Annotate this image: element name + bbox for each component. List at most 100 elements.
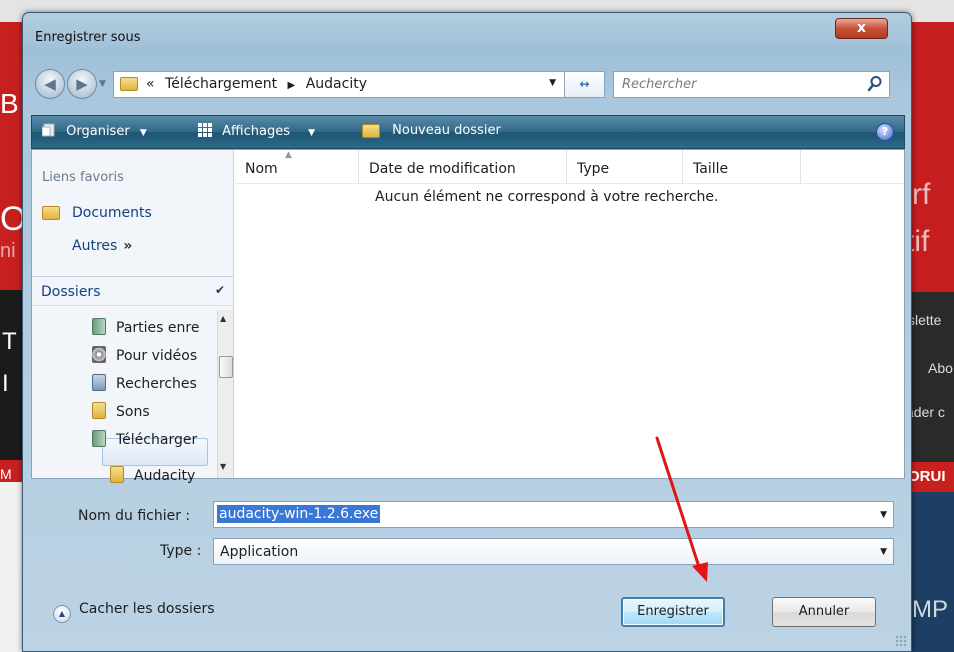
title-bar[interactable]: Enregistrer sous x	[23, 13, 911, 55]
back-arrow-icon: ◀	[44, 75, 56, 93]
background-right-blue	[905, 492, 954, 652]
background-text: MP	[912, 596, 948, 623]
views-icon	[198, 123, 212, 137]
folder-tree: Parties enre Pour vidéos Recherches Sons…	[32, 310, 218, 484]
address-bar[interactable]: « Téléchargement ▶ Audacity ▼	[113, 71, 565, 98]
empty-list-message: Aucun élément ne correspond à votre rech…	[375, 189, 719, 205]
favorite-link-documents[interactable]: Documents	[42, 205, 152, 221]
documents-folder-icon	[42, 206, 60, 220]
column-header-label: Date de modification	[369, 161, 516, 177]
tree-item-label: Sons	[116, 404, 150, 420]
double-chevron-icon: »	[123, 238, 133, 254]
breadcrumb-overflow[interactable]: «	[146, 76, 155, 92]
saved-search-icon	[92, 374, 106, 391]
tree-item-label: Télécharger	[116, 432, 198, 448]
background-text: T	[2, 328, 17, 355]
new-folder-button[interactable]: Nouveau dossier	[362, 123, 501, 138]
search-box[interactable]: Rechercher	[613, 71, 890, 98]
file-type-label: Type :	[160, 543, 202, 559]
filename-field[interactable]: audacity-win-1.2.6.exe ▼	[213, 501, 894, 528]
tree-item-shared[interactable]: Parties enre	[92, 318, 212, 336]
scroll-up-icon[interactable]: ▲	[220, 314, 226, 323]
background-text: rf	[912, 178, 931, 211]
background-text: slette	[908, 312, 942, 328]
hide-folders-button[interactable]: ▲ Cacher les dossiers	[53, 601, 215, 623]
views-menu[interactable]: Affichages ▼	[198, 123, 315, 139]
breadcrumb-separator-icon[interactable]: ▶	[288, 80, 296, 91]
new-folder-label: Nouveau dossier	[392, 123, 501, 138]
file-type-value: Application	[220, 544, 299, 560]
organize-label: Organiser	[66, 124, 130, 139]
collapse-up-icon: ▲	[53, 605, 71, 623]
file-type-select[interactable]: Application ▼	[213, 538, 894, 565]
tree-item-downloads[interactable]: Télécharger	[92, 430, 212, 448]
chevron-down-icon: ✔	[214, 283, 225, 297]
save-button[interactable]: Enregistrer	[621, 597, 725, 627]
tree-item-label: Pour vidéos	[116, 348, 198, 364]
column-header-label: Type	[577, 161, 610, 177]
refresh-button[interactable]: ↔	[565, 71, 605, 98]
chevron-down-icon: ▼	[139, 128, 147, 138]
organize-icon	[42, 123, 55, 137]
folder-tree-scrollbar[interactable]: ▲ ▼	[217, 310, 233, 478]
downloads-folder-icon	[92, 430, 106, 447]
sort-ascending-icon: ▲	[285, 150, 292, 160]
refresh-icon: ↔	[579, 77, 590, 91]
favorites-heading: Liens favoris	[42, 170, 124, 185]
column-header-type[interactable]: Type	[567, 150, 683, 183]
tree-item-audacity[interactable]: Audacity	[110, 466, 210, 484]
folder-icon	[110, 466, 124, 483]
save-as-dialog: Enregistrer sous x ◀ ▶ ▼ « Téléchargemen…	[22, 12, 912, 652]
breadcrumb: « Téléchargement ▶ Audacity	[146, 76, 367, 92]
back-button[interactable]: ◀	[35, 69, 65, 99]
column-header-size[interactable]: Taille	[683, 150, 801, 183]
background-text: Abo	[928, 360, 953, 376]
forward-button[interactable]: ▶	[67, 69, 97, 99]
resize-grip[interactable]	[895, 635, 907, 647]
close-button[interactable]: x	[835, 18, 888, 39]
shared-folder-icon	[92, 318, 106, 335]
folder-icon	[120, 77, 138, 91]
background-text: ORUI	[908, 468, 946, 485]
header-divider	[235, 183, 904, 184]
file-browser: Liens favoris Documents Autres » Dossiers…	[31, 149, 905, 484]
more-favorites-link[interactable]: Autres »	[72, 238, 132, 254]
tree-item-sons[interactable]: Sons	[92, 402, 212, 420]
background-text: ni	[0, 240, 16, 262]
scroll-down-icon[interactable]: ▼	[220, 462, 226, 471]
help-icon[interactable]: ?	[876, 123, 894, 141]
search-placeholder: Rechercher	[622, 77, 697, 92]
tree-item-videos[interactable]: Pour vidéos	[92, 346, 212, 364]
chevron-down-icon[interactable]: ▼	[880, 510, 887, 520]
navigation-pane: Liens favoris Documents Autres » Dossiers…	[32, 150, 234, 484]
background-text: M	[0, 466, 12, 482]
file-list[interactable]: ▲ Nom Date de modification Type Taille A…	[235, 150, 904, 478]
column-header-date[interactable]: Date de modification	[359, 150, 567, 183]
filename-label: Nom du fichier :	[78, 508, 191, 524]
search-icon[interactable]	[867, 75, 883, 93]
views-label: Affichages	[222, 124, 290, 139]
new-folder-icon	[362, 123, 380, 138]
cancel-button[interactable]: Annuler	[772, 597, 876, 627]
background-text: B	[0, 88, 19, 119]
chevron-down-icon: ▼	[99, 79, 106, 89]
folders-toggle[interactable]: Dossiers ✔	[32, 276, 233, 306]
filename-value[interactable]: audacity-win-1.2.6.exe	[217, 505, 381, 523]
column-header-label: Nom	[245, 161, 278, 177]
tree-item-label: Audacity	[134, 468, 196, 484]
breadcrumb-item[interactable]: Audacity	[306, 76, 367, 92]
organize-menu[interactable]: Organiser ▼	[42, 123, 147, 139]
forward-arrow-icon: ▶	[76, 75, 88, 93]
folder-icon	[92, 402, 106, 419]
hide-folders-label: Cacher les dossiers	[79, 601, 215, 617]
chevron-down-icon[interactable]: ▼	[880, 547, 887, 557]
close-icon: x	[856, 20, 867, 36]
scrollbar-thumb[interactable]	[219, 356, 233, 378]
tree-item-searches[interactable]: Recherches	[92, 374, 212, 392]
command-toolbar: Organiser ▼ Affichages ▼ Nouveau dossier…	[31, 115, 905, 149]
breadcrumb-item[interactable]: Téléchargement	[165, 76, 277, 92]
column-header-name[interactable]: ▲ Nom	[235, 150, 359, 183]
recent-pages-dropdown[interactable]: ▼	[99, 75, 111, 93]
dialog-title: Enregistrer sous	[35, 30, 141, 45]
address-dropdown-icon[interactable]: ▼	[549, 78, 556, 88]
